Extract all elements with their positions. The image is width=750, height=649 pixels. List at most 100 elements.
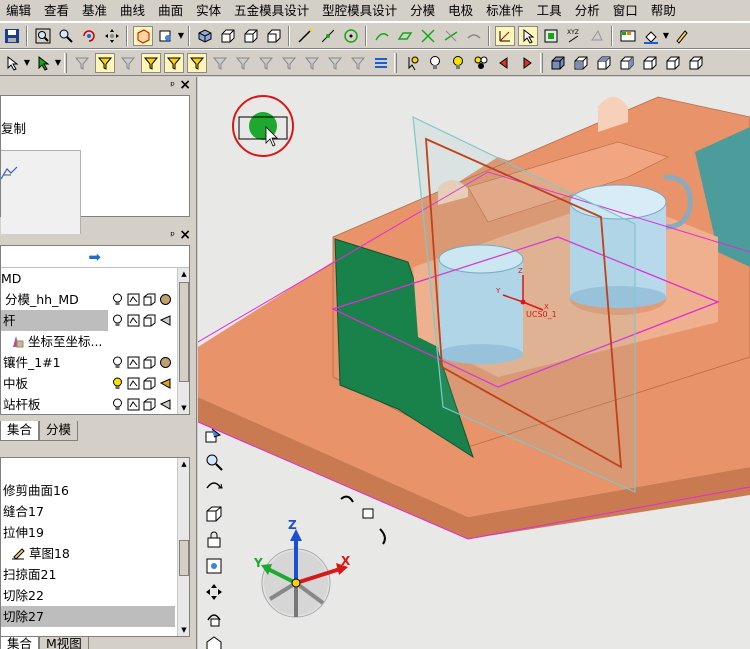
part-icon[interactable] xyxy=(143,398,156,411)
display-toggle-icon[interactable] xyxy=(127,398,140,411)
chevron-down-icon[interactable]: ▼ xyxy=(23,58,31,67)
history-scrollbar[interactable]: ▲ ▼ xyxy=(177,458,189,636)
history-item[interactable]: 修剪曲面16 xyxy=(3,480,69,501)
part-icon[interactable] xyxy=(143,356,156,369)
xyz-coordinates-icon[interactable]: XYZ xyxy=(564,26,584,46)
snap-off-icon[interactable] xyxy=(587,26,607,46)
scroll-up-icon[interactable]: ▲ xyxy=(178,268,190,280)
tree-item[interactable]: 坐标至坐标... xyxy=(11,331,102,352)
filter-icon-11[interactable] xyxy=(302,53,322,73)
filter-icon-9[interactable] xyxy=(256,53,276,73)
scroll-down-icon[interactable]: ▼ xyxy=(178,624,190,636)
scroll-down-icon[interactable]: ▼ xyxy=(178,402,190,414)
arrow-right-icon[interactable]: ➡ xyxy=(88,248,101,266)
iso-view-icon[interactable] xyxy=(241,26,261,46)
chevron-down-icon[interactable]: ▼ xyxy=(54,58,62,67)
cube-view-1-icon[interactable] xyxy=(548,53,568,73)
tree-item[interactable]: 中板 xyxy=(3,373,28,394)
pick-select-icon[interactable] xyxy=(517,25,538,46)
cube-view-3-icon[interactable] xyxy=(594,53,614,73)
lightbulb-multi-icon[interactable] xyxy=(471,53,491,73)
scroll-thumb[interactable] xyxy=(179,540,189,576)
display-toggle-icon[interactable] xyxy=(127,314,140,327)
3d-viewport[interactable]: UCS0_1 Y X Z Z X Y xyxy=(198,77,750,649)
tree-scrollbar[interactable]: ▲ ▼ xyxy=(177,268,189,414)
part-icon[interactable] xyxy=(143,377,156,390)
arrow-left-icon[interactable] xyxy=(494,53,514,73)
history-item-selected[interactable]: 切除27 xyxy=(1,606,175,627)
filter-icon-8[interactable] xyxy=(233,53,253,73)
spin-icon[interactable] xyxy=(204,608,224,628)
filter-icon-4[interactable] xyxy=(140,52,161,73)
menu-help[interactable]: 帮助 xyxy=(645,0,683,22)
pen-tool-icon[interactable] xyxy=(672,26,692,46)
menu-hardware-mold[interactable]: 五金模具设计 xyxy=(228,0,316,22)
filter-icon-10[interactable] xyxy=(279,53,299,73)
line-tool-icon[interactable] xyxy=(295,26,315,46)
lightbulb-icon[interactable] xyxy=(111,356,124,369)
curve-tool-icon[interactable] xyxy=(372,26,392,46)
tab-collection[interactable]: 集合 xyxy=(0,421,40,441)
pan-icon[interactable] xyxy=(204,582,224,602)
zoom-window-icon[interactable] xyxy=(56,26,76,46)
lightbulb-icon[interactable] xyxy=(111,314,124,327)
history-item[interactable]: 切除22 xyxy=(3,585,44,606)
circle-tool-icon[interactable] xyxy=(341,26,361,46)
zoom-icon[interactable] xyxy=(204,452,224,472)
menu-surface[interactable]: 曲面 xyxy=(152,0,190,22)
lightbulb-icon[interactable] xyxy=(111,398,124,411)
lightbulb-on-icon[interactable] xyxy=(111,377,124,390)
tree-item-selected[interactable]: 杆 xyxy=(1,310,108,331)
cube-view-5-icon[interactable] xyxy=(640,53,660,73)
scroll-thumb[interactable] xyxy=(179,282,189,382)
menu-standard-parts[interactable]: 标准件 xyxy=(480,0,531,22)
paint-bucket-icon[interactable] xyxy=(641,26,661,46)
history-item[interactable]: 拉伸19 xyxy=(3,522,44,543)
view-tool-9-icon[interactable] xyxy=(204,634,224,649)
filter-icon-2[interactable] xyxy=(94,52,115,73)
part-icon[interactable] xyxy=(143,293,156,306)
filter-icon-6[interactable] xyxy=(186,52,207,73)
chevron-down-icon[interactable]: ▼ xyxy=(662,31,670,40)
menu-electrode[interactable]: 电极 xyxy=(442,0,480,22)
close-icon[interactable]: × xyxy=(179,77,191,93)
copy-tool-icon[interactable] xyxy=(1,165,19,181)
wire-view-icon[interactable] xyxy=(264,26,284,46)
tab-m-view[interactable]: M视图 xyxy=(39,637,89,649)
menu-edit[interactable]: 编辑 xyxy=(0,0,38,22)
display-toggle-icon[interactable] xyxy=(127,356,140,369)
part-icon[interactable] xyxy=(143,314,156,327)
cube-view-6-icon[interactable] xyxy=(663,53,683,73)
filter-icon-12[interactable] xyxy=(325,53,345,73)
menu-window[interactable]: 窗口 xyxy=(607,0,645,22)
display-toggle-icon[interactable] xyxy=(127,377,140,390)
close-icon[interactable]: × xyxy=(179,227,191,243)
lightbulb-icon[interactable] xyxy=(111,293,124,306)
filter-icon-3[interactable] xyxy=(118,53,138,73)
chevron-down-icon[interactable]: ▼ xyxy=(177,31,185,40)
shaded-view-icon[interactable] xyxy=(132,25,153,46)
filter-icon-5[interactable] xyxy=(163,52,184,73)
zoom-all-icon[interactable] xyxy=(33,26,53,46)
pin-icon[interactable]: ᵖ xyxy=(170,229,175,242)
rotate-view-icon[interactable] xyxy=(79,26,99,46)
lightbulb-on-icon[interactable] xyxy=(448,53,468,73)
filter-icon-13[interactable] xyxy=(348,53,368,73)
flag-icon[interactable] xyxy=(159,314,172,327)
flag-icon[interactable] xyxy=(159,377,172,390)
select-filter-icon[interactable] xyxy=(33,53,53,73)
plane-tool-icon[interactable] xyxy=(395,26,415,46)
rotate-icon[interactable] xyxy=(204,478,224,498)
line-point-icon[interactable] xyxy=(318,26,338,46)
intersect-tool-icon[interactable] xyxy=(418,26,438,46)
display-toggle-icon[interactable] xyxy=(127,293,140,306)
align-icon[interactable] xyxy=(371,53,391,73)
history-item[interactable]: 扫掠面21 xyxy=(3,564,56,585)
menu-analysis[interactable]: 分析 xyxy=(569,0,607,22)
lightbulb-icon[interactable] xyxy=(425,53,445,73)
menu-solid[interactable]: 实体 xyxy=(190,0,228,22)
solid-view-icon[interactable] xyxy=(195,26,215,46)
menu-tools[interactable]: 工具 xyxy=(531,0,569,22)
pointer-icon[interactable] xyxy=(2,53,22,73)
cube-view-4-icon[interactable] xyxy=(617,53,637,73)
